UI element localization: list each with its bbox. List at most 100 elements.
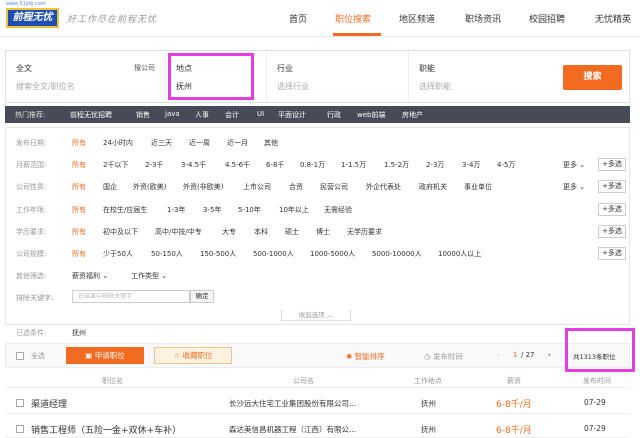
filter-option[interactable]: 国企 [103, 182, 117, 192]
next-page-icon[interactable]: › [548, 351, 551, 359]
function-input[interactable]: 选择职能 [419, 81, 451, 92]
filter-option[interactable]: 所有 [72, 249, 86, 259]
more-salary-button[interactable]: 更多 ⌄ [563, 160, 585, 170]
collapse-options-button[interactable]: 收起选项 ︿ [281, 309, 351, 321]
company-link[interactable]: 长沙远大住宅工业集团股份有限公司... [229, 398, 356, 409]
job-type-dropdown[interactable]: 工作类型 ⌄ [131, 271, 167, 281]
hot-item[interactable]: 行政 [327, 110, 341, 120]
select-all-checkbox[interactable] [16, 352, 24, 360]
multi-select-button[interactable]: +多选 [598, 158, 626, 171]
job-title-link[interactable]: 渠道经理 [31, 397, 67, 410]
filter-option[interactable]: 所有 [72, 205, 86, 215]
search-company-toggle[interactable]: 搜公司 [134, 63, 155, 73]
prev-page-icon[interactable]: ‹ [497, 351, 500, 359]
filter-option[interactable]: 近一月 [227, 138, 248, 148]
hot-item[interactable]: 会计 [225, 110, 239, 120]
filter-option[interactable]: 4-5万 [497, 160, 515, 170]
filter-option[interactable]: 初中及以下 [103, 227, 138, 237]
site-logo[interactable]: 前程无忧 [6, 8, 59, 28]
filter-option[interactable]: 0.8-1万 [300, 160, 325, 170]
favorite-job-button[interactable]: ☆ 收藏职位 [154, 347, 232, 364]
filter-option[interactable]: 10年以上 [279, 205, 309, 215]
filter-option[interactable]: 50-150人 [151, 249, 183, 259]
filter-option[interactable]: 外企代表处 [366, 182, 401, 192]
hot-item[interactable]: java [165, 110, 180, 118]
sort-by-time-button[interactable]: ◷ 发布时间 [424, 351, 463, 362]
filter-option[interactable]: 所有 [72, 227, 86, 237]
nav-career-news[interactable]: 职场资讯 [465, 12, 501, 25]
nav-elite[interactable]: 无忧精英 [595, 12, 631, 25]
filter-option[interactable]: 500-1000人 [253, 249, 294, 259]
nav-home[interactable]: 首页 [289, 12, 307, 25]
nav-region[interactable]: 地区频道 [399, 12, 435, 25]
filter-option[interactable]: 1000-5000人 [310, 249, 355, 259]
filter-option[interactable]: 其他 [264, 138, 278, 148]
job-title-link[interactable]: 销售工程师（五险一金+双休+车补） [31, 423, 181, 436]
filter-option[interactable]: 5000-10000人 [372, 249, 422, 259]
filter-option[interactable]: 2-3万 [426, 160, 444, 170]
filter-option[interactable]: 2-3千 [145, 160, 163, 170]
filter-option[interactable]: 10000人以上 [438, 249, 481, 259]
filter-option[interactable]: 所有 [72, 138, 86, 148]
search-button[interactable]: 搜索 [563, 65, 622, 90]
filter-option[interactable]: 博士 [316, 227, 330, 237]
row-checkbox[interactable] [16, 399, 24, 407]
hot-item[interactable]: 房地产 [402, 110, 423, 120]
filter-option[interactable]: 无学历要求 [347, 227, 382, 237]
more-company-type-button[interactable]: 更多 ⌄ [563, 182, 585, 192]
hot-item[interactable]: web前端 [357, 110, 385, 120]
filter-option[interactable]: 合资 [289, 182, 303, 192]
filter-option[interactable]: 少于50人 [103, 249, 133, 259]
hot-item[interactable]: 人事 [195, 110, 209, 120]
filter-option[interactable]: 3-4.5千 [181, 160, 206, 170]
industry-field[interactable]: 行业 选择行业 [267, 51, 409, 102]
filter-option[interactable]: 所有 [72, 182, 86, 192]
filter-option[interactable]: 1.5-2万 [384, 160, 409, 170]
filter-option[interactable]: 150-500人 [200, 249, 236, 259]
nav-job-search[interactable]: 职位搜索 [335, 12, 371, 25]
hot-item[interactable]: 前程无忧招聘 [70, 110, 112, 120]
hot-item[interactable]: 销售 [136, 110, 150, 120]
filter-option[interactable]: 无需经验 [324, 205, 352, 215]
apply-job-button[interactable]: ▣ 申请职位 [66, 347, 144, 364]
filter-option[interactable]: 6-8千 [266, 160, 284, 170]
filter-option[interactable]: 上市公司 [243, 182, 271, 192]
exclude-keyword-input[interactable]: 在结果中排除关键字 [72, 290, 190, 303]
multi-select-button[interactable]: +多选 [598, 180, 626, 193]
filter-option[interactable]: 在校生/应届生 [103, 205, 147, 215]
function-field[interactable]: 职能 选择职能 [409, 51, 551, 102]
filter-option[interactable]: 政府机关 [419, 182, 447, 192]
hot-item[interactable]: UI [257, 110, 264, 118]
filter-option[interactable]: 近三天 [151, 138, 172, 148]
filter-option[interactable]: 民营公司 [320, 182, 348, 192]
salary-benefits-dropdown[interactable]: 薪资福利 ⌄ [72, 271, 108, 281]
multi-select-button[interactable]: +多选 [598, 203, 626, 216]
filter-option[interactable]: 24小时内 [103, 138, 133, 148]
filter-option[interactable]: 硕士 [285, 227, 299, 237]
hot-item[interactable]: 平面设计 [278, 110, 306, 120]
nav-campus[interactable]: 校园招聘 [529, 12, 565, 25]
fulltext-input[interactable]: 搜索全文/职位名 [16, 81, 75, 92]
filter-option[interactable]: 1-3年 [167, 205, 185, 215]
filter-option[interactable]: 4.5-6千 [225, 160, 250, 170]
multi-select-button[interactable]: +多选 [598, 225, 626, 238]
filter-option[interactable]: 所有 [72, 160, 86, 170]
filter-option[interactable]: 3-5年 [203, 205, 221, 215]
filter-option[interactable]: 高中/中技/中专 [155, 227, 202, 237]
fulltext-field[interactable]: 全文 搜公司 搜索全文/职位名 [6, 51, 166, 102]
filter-option[interactable]: 外资(欧美) [133, 182, 166, 192]
filter-option[interactable]: 事业单位 [464, 182, 492, 192]
selected-condition-tag[interactable]: 抚州 [72, 328, 86, 338]
company-link[interactable]: 森达美信昌机器工程（江西）有限公... [229, 424, 356, 435]
filter-option[interactable]: 3-4万 [462, 160, 480, 170]
filter-option[interactable]: 5-10年 [238, 205, 261, 215]
filter-option[interactable]: 大专 [222, 227, 236, 237]
filter-option[interactable]: 1-1.5万 [341, 160, 366, 170]
row-checkbox[interactable] [16, 425, 24, 433]
smart-sort-button[interactable]: ✺ 智能排序 [346, 351, 385, 362]
exclude-confirm-button[interactable]: 确定 [190, 290, 214, 303]
filter-option[interactable]: 2千以下 [103, 160, 128, 170]
industry-input[interactable]: 选择行业 [277, 81, 309, 92]
filter-option[interactable]: 近一周 [189, 138, 210, 148]
filter-option[interactable]: 外资(非欧美) [183, 182, 223, 192]
